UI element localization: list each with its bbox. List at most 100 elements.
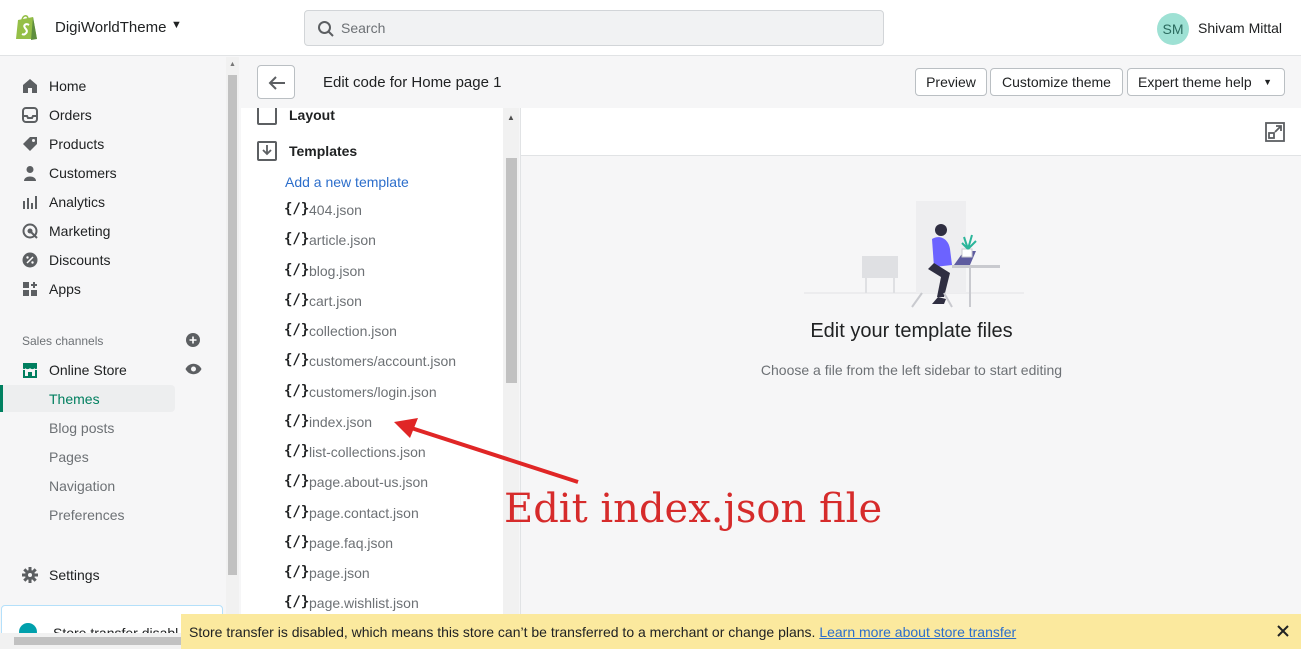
sidebar-item-discounts[interactable]: Discounts <box>0 246 225 274</box>
sidebar-item-settings[interactable]: Settings <box>0 561 225 589</box>
sidebar-item-label: Marketing <box>49 223 111 239</box>
sidebar-item-label: Discounts <box>49 252 111 268</box>
sidebar-item-label: Online Store <box>49 362 127 378</box>
template-file-name: cart.json <box>309 293 362 309</box>
person-icon <box>24 166 36 181</box>
folder-label: Templates <box>289 143 358 159</box>
sidebar-item-apps[interactable]: Apps <box>0 275 225 303</box>
code-file-icon: {/} <box>284 262 310 278</box>
annotation-arrow-icon <box>394 418 579 484</box>
annotation-label: Edit index.json file <box>504 486 883 532</box>
scroll-up-icon[interactable]: ▲ <box>507 113 515 122</box>
apps-icon <box>23 282 37 296</box>
arrow-left-icon <box>268 76 285 90</box>
expert-theme-help-button[interactable]: Expert theme help ▼ <box>1127 68 1285 96</box>
sidebar-item-home[interactable]: Home <box>0 72 225 100</box>
home-icon <box>23 79 37 93</box>
sidebar-item-label: Home <box>49 78 87 94</box>
close-icon[interactable] <box>1275 623 1291 639</box>
sidebar-subitem-label: Pages <box>49 449 89 465</box>
sidebar-subitem-blog-posts[interactable]: Blog posts <box>0 414 175 441</box>
shopify-logo-icon[interactable] <box>14 13 40 41</box>
sidebar-item-label: Analytics <box>49 194 106 210</box>
user-name[interactable]: Shivam Mittal <box>1198 20 1282 36</box>
bar-chart-icon <box>23 196 37 209</box>
sidebar-item-orders[interactable]: Orders <box>0 101 225 129</box>
template-file-name: page.wishlist.json <box>309 595 419 611</box>
code-file-icon: {/} <box>284 231 310 247</box>
banner-message-text: Store transfer is disabled, which means … <box>189 624 820 640</box>
code-file-icon: {/} <box>284 413 310 429</box>
search-input[interactable] <box>341 11 861 45</box>
sidebar-item-label: Products <box>49 136 105 152</box>
file-tree-scrollbar[interactable]: ▲ <box>503 108 519 649</box>
page-title-name: Home page 1 <box>411 74 502 91</box>
empty-state-title: Edit your template files <box>810 320 1013 342</box>
code-file-icon: {/} <box>284 443 310 459</box>
file-tree: Layout Templates Add a new template {/} 4… <box>241 108 519 649</box>
gear-icon <box>22 567 38 583</box>
scroll-up-icon[interactable]: ▲ <box>229 61 236 68</box>
editor-empty-state: Edit your template files Choose a file f… <box>520 156 1301 649</box>
expand-icon[interactable] <box>1265 122 1285 142</box>
expert-theme-help-label: Expert theme help <box>1138 74 1252 90</box>
code-file-icon: {/} <box>284 534 310 550</box>
add-new-template-link[interactable]: Add a new template <box>285 174 409 190</box>
sidebar-subitem-preferences[interactable]: Preferences <box>0 501 175 528</box>
template-file-name: page.json <box>309 565 370 581</box>
sidebar-subitem-themes[interactable]: Themes <box>0 385 175 412</box>
avatar[interactable]: SM <box>1157 13 1189 45</box>
back-button[interactable] <box>257 65 295 99</box>
file-tree-scrollbar-thumb[interactable] <box>506 158 517 383</box>
sidebar-scrollbar-thumb[interactable] <box>228 75 237 575</box>
search-bar[interactable] <box>304 10 884 46</box>
tag-icon <box>23 137 37 151</box>
customize-theme-button[interactable]: Customize theme <box>990 68 1123 96</box>
discount-icon <box>22 252 38 268</box>
sidebar-scrollbar[interactable]: ▲ <box>226 57 239 649</box>
store-icon <box>23 363 37 378</box>
template-file-name: blog.json <box>309 263 366 279</box>
target-icon <box>22 223 38 239</box>
code-file-icon: {/} <box>284 504 310 520</box>
template-file-name: page.contact.json <box>309 505 419 521</box>
folder-download-icon <box>257 141 277 161</box>
sidebar-item-products[interactable]: Products <box>0 130 225 158</box>
folder-icon <box>257 108 277 125</box>
sidebar-subitem-label: Preferences <box>49 507 125 523</box>
sidebar-item-customers[interactable]: Customers <box>0 159 225 187</box>
sidebar-subitem-label: Navigation <box>49 478 116 494</box>
learn-more-link[interactable]: Learn more about store transfer <box>819 624 1016 640</box>
sidebar-item-analytics[interactable]: Analytics <box>0 188 225 216</box>
code-file-icon: {/} <box>284 383 310 399</box>
eye-icon[interactable] <box>185 363 202 375</box>
page-title: Edit code for Home page 1 <box>323 74 501 91</box>
active-indicator <box>0 385 3 412</box>
folder-label: Layout <box>289 108 335 123</box>
sidebar-item-label: Settings <box>49 567 100 583</box>
page-title-prefix: Edit code for <box>323 74 412 91</box>
code-file-icon: {/} <box>284 201 310 217</box>
code-file-icon: {/} <box>284 564 310 580</box>
developer-illustration-icon <box>804 201 1024 308</box>
code-file-icon: {/} <box>284 292 310 308</box>
caret-down-icon: ▼ <box>1263 77 1272 87</box>
code-editor-header: Edit code for Home page 1 Preview Custom… <box>241 57 1301 108</box>
add-channel-icon[interactable] <box>186 333 200 347</box>
chevron-down-icon[interactable]: ▼ <box>171 19 182 31</box>
sidebar-item-label: Apps <box>49 281 81 297</box>
code-file-icon: {/} <box>284 594 310 610</box>
sidebar-subitem-pages[interactable]: Pages <box>0 443 175 470</box>
preview-button[interactable]: Preview <box>915 68 987 96</box>
code-file-icon: {/} <box>284 473 310 489</box>
code-file-icon: {/} <box>284 322 310 338</box>
template-file-name: index.json <box>309 414 373 430</box>
template-file-name: collection.json <box>309 323 397 339</box>
template-file-name: article.json <box>309 232 376 248</box>
template-file-name: customers/login.json <box>309 384 437 400</box>
sidebar-subitem-navigation[interactable]: Navigation <box>0 472 175 499</box>
sidebar: Home Orders Products Customers Analytics… <box>0 57 240 649</box>
empty-state-subtitle: Choose a file from the left sidebar to s… <box>760 362 1063 378</box>
sidebar-item-marketing[interactable]: Marketing <box>0 217 225 245</box>
store-name[interactable]: DigiWorldTheme <box>55 19 166 36</box>
